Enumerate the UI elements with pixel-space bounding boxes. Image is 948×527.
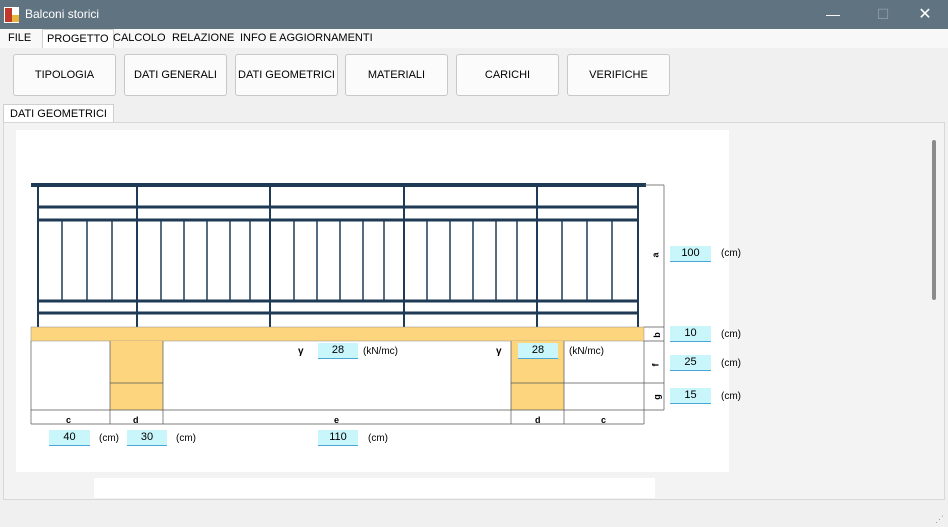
dim-c-unit: (cm) [99, 433, 119, 444]
dim-e-input[interactable]: 110 [318, 430, 358, 446]
dim-a-input[interactable]: 100 [670, 246, 711, 262]
dim-label-b: b [651, 332, 662, 338]
balcony-section-diagram [30, 183, 665, 425]
dim-label-d: d [133, 415, 139, 425]
dim-label-c-right: c [601, 415, 607, 425]
menu-calcolo[interactable]: CALCOLO [109, 29, 170, 48]
dim-label-d-right: d [535, 415, 541, 425]
menu-bar: FILE PROGETTO CALCOLO RELAZIONE INFO E A… [0, 29, 948, 48]
dim-label-c: c [66, 415, 72, 425]
app-logo-icon [4, 7, 19, 23]
materiali-button[interactable]: MATERIALI [345, 54, 448, 96]
gamma-left-input[interactable]: 28 [318, 343, 358, 359]
railing [31, 183, 646, 327]
window-title: Balconi storici [25, 7, 100, 21]
dim-g-unit: (cm) [721, 391, 741, 402]
app-window: Balconi storici — ☐ ✕ FILE PROGETTO CALC… [0, 0, 948, 527]
dim-a-unit: (cm) [721, 248, 741, 259]
title-bar[interactable]: Balconi storici — ☐ ✕ [0, 0, 948, 29]
left-corbel [110, 341, 163, 383]
gamma-right-input[interactable]: 28 [518, 343, 558, 359]
gamma-left-symbol: γ [298, 346, 304, 357]
left-corbel-lower [110, 383, 163, 410]
vertical-scrollbar[interactable] [932, 140, 936, 300]
right-corbel-lower [511, 383, 564, 410]
dim-label-f: f [650, 363, 661, 367]
dim-c-input[interactable]: 40 [49, 430, 90, 446]
dim-d-input[interactable]: 30 [127, 430, 167, 446]
carichi-button[interactable]: CARICHI [456, 54, 559, 96]
dim-b-unit: (cm) [721, 329, 741, 340]
menu-relazione[interactable]: RELAZIONE [168, 29, 238, 48]
tab-dati-geometrici[interactable]: DATI GEOMETRICI [3, 104, 114, 123]
gamma-right-unit: (kN/mc) [569, 346, 604, 357]
balcony-slab [30, 326, 645, 342]
dim-g-input[interactable]: 15 [670, 388, 711, 404]
menu-file[interactable]: FILE [4, 29, 35, 48]
menu-info-aggiornamenti[interactable]: INFO E AGGIORNAMENTI [236, 29, 377, 48]
balcony-drawing [16, 130, 729, 472]
menu-progetto[interactable]: PROGETTO [42, 29, 114, 48]
gamma-right-symbol: γ [496, 346, 502, 357]
dim-f-input[interactable]: 25 [670, 355, 711, 371]
close-button[interactable]: ✕ [902, 0, 948, 29]
dim-d-unit: (cm) [176, 433, 196, 444]
maximize-button[interactable]: ☐ [860, 0, 906, 29]
resize-grip-icon[interactable]: ⋰ [935, 514, 945, 524]
gamma-left-unit: (kN/mc) [363, 346, 398, 357]
minimize-button[interactable]: — [810, 0, 856, 29]
status-bar: ⋰ [0, 505, 948, 527]
dim-label-a: a [650, 252, 661, 258]
dim-label-g: g [651, 394, 662, 400]
dati-geometrici-button[interactable]: DATI GEOMETRICI [235, 54, 338, 96]
dim-b-input[interactable]: 10 [670, 326, 711, 342]
tipologia-button[interactable]: TIPOLOGIA [13, 54, 116, 96]
dati-generali-button[interactable]: DATI GENERALI [124, 54, 227, 96]
drawing-bottom-strip [94, 478, 655, 498]
dim-label-e: e [334, 415, 340, 425]
verifiche-button[interactable]: VERIFICHE [567, 54, 670, 96]
dim-f-unit: (cm) [721, 358, 741, 369]
dim-e-unit: (cm) [368, 433, 388, 444]
